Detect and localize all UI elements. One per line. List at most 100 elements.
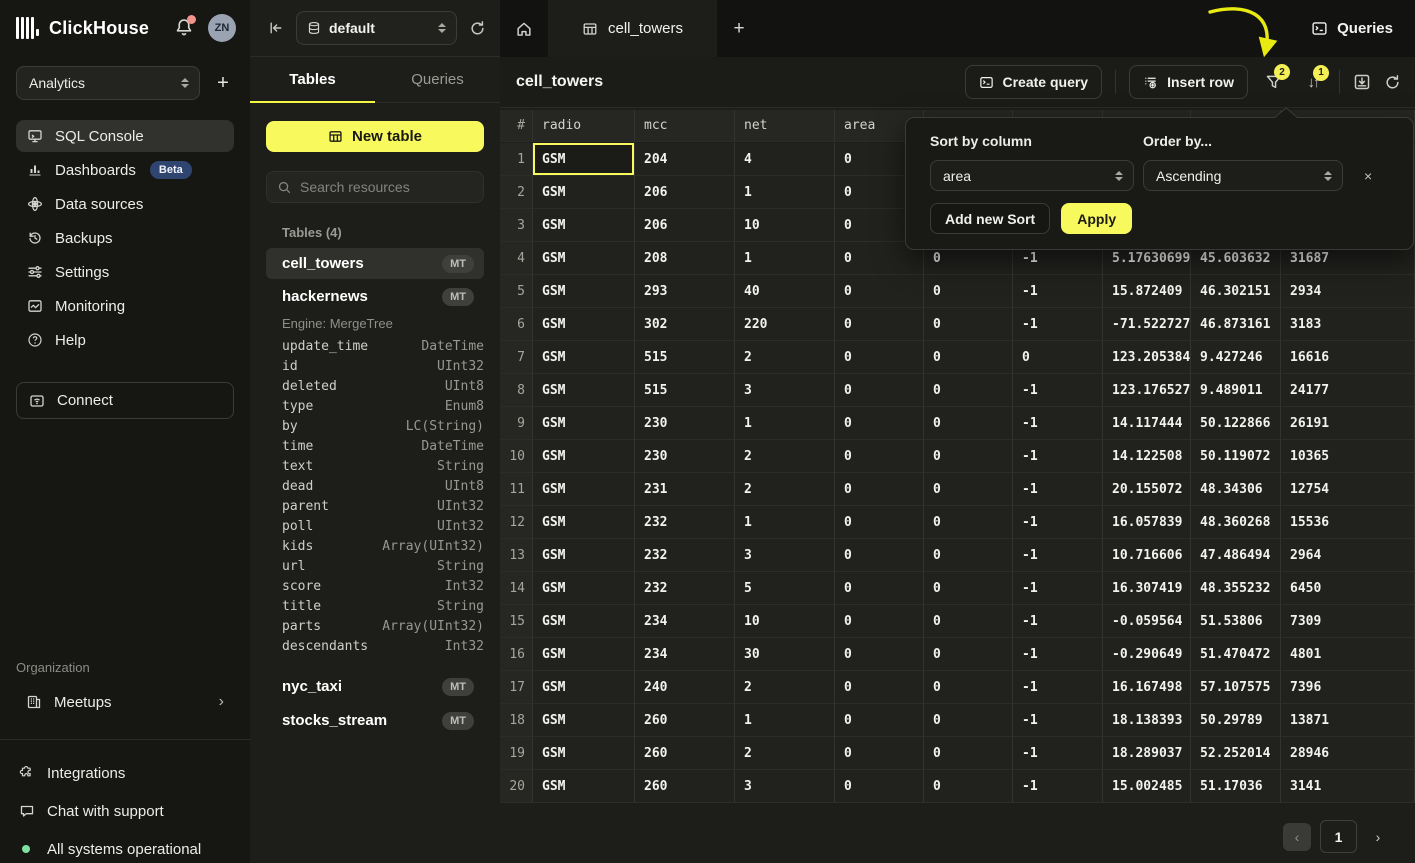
table-cell[interactable]: 28946	[1281, 737, 1415, 770]
table-cell[interactable]: 14.122508	[1103, 440, 1191, 473]
table-cell[interactable]: -1	[1013, 671, 1103, 704]
refresh-icon[interactable]	[469, 20, 486, 37]
table-cell[interactable]: 0	[835, 572, 924, 605]
table-cell[interactable]: 0	[924, 770, 1013, 803]
sidebar-item-integrations[interactable]: Integrations	[16, 758, 242, 788]
table-cell[interactable]: -1	[1013, 572, 1103, 605]
table-cell[interactable]: 234	[635, 638, 735, 671]
table-cell[interactable]: 4801	[1281, 638, 1415, 671]
table-cell[interactable]: 15.872409	[1103, 275, 1191, 308]
table-cell[interactable]: GSM	[533, 605, 635, 638]
table-cell[interactable]: GSM	[533, 308, 635, 341]
table-cell[interactable]: GSM	[533, 275, 635, 308]
table-cell[interactable]: 10	[735, 605, 835, 638]
table-cell[interactable]: 0	[835, 605, 924, 638]
table-cell[interactable]: 0	[924, 704, 1013, 737]
table-cell[interactable]: 515	[635, 374, 735, 407]
table-cell[interactable]: GSM	[533, 539, 635, 572]
table-cell[interactable]: GSM	[533, 473, 635, 506]
table-cell[interactable]: 0	[924, 638, 1013, 671]
table-cell[interactable]: 0	[835, 671, 924, 704]
table-cell[interactable]: 204	[635, 143, 735, 176]
new-tab-button[interactable]: +	[717, 0, 761, 57]
sidebar-item-sql-console[interactable]: SQL Console	[16, 120, 234, 152]
table-cell[interactable]: 47.486494	[1191, 539, 1281, 572]
table-cell[interactable]: 12754	[1281, 473, 1415, 506]
queries-button[interactable]: Queries	[1311, 0, 1393, 57]
table-cell[interactable]: -1	[1013, 275, 1103, 308]
table-item-stocks-stream[interactable]: stocks_stream MT	[266, 705, 484, 736]
column-header[interactable]: mcc	[635, 110, 735, 142]
table-cell[interactable]: 0	[835, 440, 924, 473]
prev-page-button[interactable]: ‹	[1283, 823, 1311, 851]
table-cell[interactable]: GSM	[533, 638, 635, 671]
table-cell[interactable]: 51.470472	[1191, 638, 1281, 671]
table-cell[interactable]: 0	[924, 572, 1013, 605]
sidebar-item-settings[interactable]: Settings	[16, 256, 234, 288]
table-cell[interactable]: 232	[635, 572, 735, 605]
sidebar-item-monitoring[interactable]: Monitoring	[16, 290, 234, 322]
database-select[interactable]: default	[296, 11, 457, 45]
table-cell[interactable]: 232	[635, 506, 735, 539]
table-cell[interactable]: 0	[924, 341, 1013, 374]
column-header[interactable]: #	[500, 110, 533, 142]
table-cell[interactable]: 15536	[1281, 506, 1415, 539]
table-cell[interactable]: 0	[924, 407, 1013, 440]
table-cell[interactable]: -1	[1013, 407, 1103, 440]
table-cell[interactable]: 0	[924, 737, 1013, 770]
system-status[interactable]: All systems operational	[16, 834, 242, 863]
filter-button[interactable]: 2	[1261, 73, 1287, 91]
sidebar-item-data-sources[interactable]: Data sources	[16, 188, 234, 220]
tab-cell-towers[interactable]: cell_towers	[548, 0, 717, 57]
table-cell[interactable]: -1	[1013, 308, 1103, 341]
table-cell[interactable]: 0	[835, 308, 924, 341]
table-cell[interactable]: 0	[924, 539, 1013, 572]
table-cell[interactable]: 1	[735, 242, 835, 275]
table-cell[interactable]: -1	[1013, 539, 1103, 572]
refresh-button[interactable]	[1384, 74, 1401, 91]
table-cell[interactable]: GSM	[533, 440, 635, 473]
table-cell[interactable]: 9.489011	[1191, 374, 1281, 407]
table-cell[interactable]: 24177	[1281, 374, 1415, 407]
table-cell[interactable]: 9.427246	[1191, 341, 1281, 374]
sidebar-item-chat-support[interactable]: Chat with support	[16, 796, 242, 826]
table-cell[interactable]: 3141	[1281, 770, 1415, 803]
table-cell[interactable]: 123.176527	[1103, 374, 1191, 407]
table-cell[interactable]: 0	[835, 473, 924, 506]
table-cell[interactable]: 260	[635, 704, 735, 737]
table-cell[interactable]: 0	[924, 671, 1013, 704]
table-cell[interactable]: 6450	[1281, 572, 1415, 605]
table-cell[interactable]: 26191	[1281, 407, 1415, 440]
connect-button[interactable]: Connect	[16, 382, 234, 419]
table-cell[interactable]: 2	[735, 473, 835, 506]
table-item-hackernews[interactable]: hackernews MT	[266, 281, 484, 312]
table-cell[interactable]: 2964	[1281, 539, 1415, 572]
tab-queries[interactable]: Queries	[375, 57, 500, 102]
table-cell[interactable]: 0	[924, 506, 1013, 539]
table-cell[interactable]: 2	[735, 440, 835, 473]
sidebar-item-meetups[interactable]: Meetups ›	[16, 686, 234, 718]
table-cell[interactable]: 10	[735, 209, 835, 242]
table-cell[interactable]: 16.057839	[1103, 506, 1191, 539]
table-cell[interactable]: 0	[835, 341, 924, 374]
table-cell[interactable]: 50.122866	[1191, 407, 1281, 440]
table-cell[interactable]: GSM	[533, 506, 635, 539]
table-cell[interactable]: GSM	[533, 341, 635, 374]
table-cell[interactable]: -0.290649	[1103, 638, 1191, 671]
table-cell[interactable]: 16.167498	[1103, 671, 1191, 704]
table-cell[interactable]: GSM	[533, 704, 635, 737]
table-cell[interactable]: 0	[835, 770, 924, 803]
table-cell[interactable]: -1	[1013, 374, 1103, 407]
table-cell[interactable]: 48.360268	[1191, 506, 1281, 539]
table-cell[interactable]: 232	[635, 539, 735, 572]
table-cell[interactable]: 0	[924, 275, 1013, 308]
table-cell[interactable]: 51.17036	[1191, 770, 1281, 803]
table-cell[interactable]: 0	[835, 704, 924, 737]
table-cell[interactable]: 1	[735, 176, 835, 209]
table-cell[interactable]: 5	[735, 572, 835, 605]
table-cell[interactable]: -71.522727	[1103, 308, 1191, 341]
avatar[interactable]: ZN	[208, 14, 236, 42]
table-cell[interactable]: 208	[635, 242, 735, 275]
table-cell[interactable]: -1	[1013, 473, 1103, 506]
home-tab[interactable]	[500, 0, 548, 57]
